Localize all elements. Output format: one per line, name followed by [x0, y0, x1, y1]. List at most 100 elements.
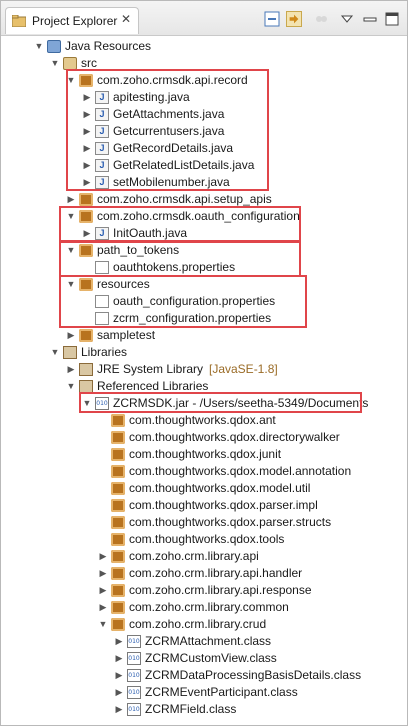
package-icon — [111, 431, 125, 444]
tree-item-label: Libraries — [81, 345, 128, 359]
project-explorer-icon — [12, 15, 26, 27]
collapsed-arrow-icon[interactable]: ▶ — [97, 565, 109, 582]
link-with-editor-icon[interactable] — [286, 11, 302, 27]
tree-item-label: com.thoughtworks.qdox.parser.structs — [129, 515, 332, 529]
package-icon — [111, 550, 125, 563]
package-icon — [79, 329, 93, 342]
tree-item-label: com.zoho.crm.library.api.handler — [129, 566, 303, 580]
maximize-icon[interactable] — [384, 11, 400, 27]
package-icon — [111, 499, 125, 512]
view-menu-icon[interactable] — [339, 11, 355, 27]
tree-item-label: ZCRMAttachment.class — [145, 634, 272, 648]
collapse-all-icon[interactable] — [264, 11, 280, 27]
collapsed-arrow-icon[interactable]: ▶ — [97, 582, 109, 599]
tree-item-label: com.thoughtworks.qdox.model.util — [129, 481, 311, 495]
tree-item[interactable]: ▶ 010 ZCRMEventParticipant.class — [1, 684, 407, 701]
library-folder-icon — [63, 346, 77, 359]
no-twisty — [97, 480, 109, 497]
project-explorer-view: Project Explorer ✕ ▼ Java Resources ▼ src ▼ c… — [0, 0, 408, 726]
tree-item[interactable]: com.thoughtworks.qdox.tools — [1, 531, 407, 548]
tree-item[interactable]: com.thoughtworks.qdox.parser.structs — [1, 514, 407, 531]
tree-item[interactable]: ▶ 010 ZCRMDataProcessingBasisDetails.class — [1, 667, 407, 684]
tree-item[interactable]: com.thoughtworks.qdox.junit — [1, 446, 407, 463]
tree-item-label: Java Resources — [65, 39, 152, 53]
tree-item[interactable]: ▶ com.zoho.crm.library.api.response — [1, 582, 407, 599]
tree-item[interactable]: ▼ Libraries — [1, 344, 407, 361]
tree-item-label: ZCRMEventParticipant.class — [145, 685, 298, 699]
collapsed-arrow-icon[interactable]: ▶ — [97, 599, 109, 616]
collapsed-arrow-icon[interactable]: ▶ — [113, 633, 125, 650]
tree-item-label: com.zoho.crm.library.api.response — [129, 583, 312, 597]
package-icon — [111, 465, 125, 478]
tree-item[interactable]: ▶ com.zoho.crm.library.api — [1, 548, 407, 565]
expanded-arrow-icon[interactable]: ▼ — [97, 616, 109, 633]
class-file-icon: 010 — [127, 635, 141, 648]
tree-item[interactable]: ▶ sampletest — [1, 327, 407, 344]
tree-item[interactable]: ▶ com.zoho.crm.library.api.handler — [1, 565, 407, 582]
tree-item-label: com.thoughtworks.qdox.parser.impl — [129, 498, 318, 512]
tree-item[interactable]: ▶ 010 ZCRMField.class — [1, 701, 407, 718]
no-twisty — [97, 497, 109, 514]
tree-item-label: ZCRMCustomView.class — [145, 651, 277, 665]
collapsed-arrow-icon[interactable]: ▶ — [113, 667, 125, 684]
tree-item-label: com.thoughtworks.qdox.model.annotation — [129, 464, 352, 478]
tree-item[interactable]: ▶ 010 ZCRMAttachment.class — [1, 633, 407, 650]
collapsed-arrow-icon[interactable]: ▶ — [65, 361, 77, 378]
package-icon — [111, 618, 125, 631]
tab-title: Project Explorer — [32, 14, 118, 28]
expanded-arrow-icon[interactable]: ▼ — [49, 55, 61, 72]
tree-item-label: com.thoughtworks.qdox.junit — [129, 447, 282, 461]
tree-item[interactable]: com.thoughtworks.qdox.ant — [1, 412, 407, 429]
package-icon — [111, 533, 125, 546]
highlight-box — [66, 69, 269, 191]
tree-item-label: com.zoho.crm.library.api — [129, 549, 259, 563]
tree-item-label: ZCRMDataProcessingBasisDetails.class — [145, 668, 362, 682]
highlight-box — [79, 392, 362, 413]
highlight-box — [59, 275, 307, 328]
expanded-arrow-icon[interactable]: ▼ — [65, 378, 77, 395]
expanded-arrow-icon[interactable]: ▼ — [33, 38, 45, 55]
tree-item[interactable]: com.thoughtworks.qdox.directorywalker — [1, 429, 407, 446]
package-icon — [111, 516, 125, 529]
tree-item-label: ZCRMField.class — [145, 702, 237, 716]
class-file-icon: 010 — [127, 686, 141, 699]
tree-item[interactable]: com.thoughtworks.qdox.model.util — [1, 480, 407, 497]
tree-item[interactable]: com.thoughtworks.qdox.model.annotation — [1, 463, 407, 480]
no-twisty — [97, 531, 109, 548]
tree-item[interactable]: ▼ com.zoho.crm.library.crud — [1, 616, 407, 633]
collapsed-arrow-icon[interactable]: ▶ — [113, 684, 125, 701]
view-tab-bar: Project Explorer ✕ — [1, 1, 407, 36]
tree-item-label: JRE System Library — [97, 362, 204, 376]
tree-item-label: com.thoughtworks.qdox.directorywalker — [129, 430, 340, 444]
tree-item[interactable]: ▼ Java Resources — [1, 38, 407, 55]
focus-icon[interactable] — [313, 11, 329, 27]
package-icon — [79, 193, 93, 206]
expanded-arrow-icon[interactable]: ▼ — [49, 344, 61, 361]
project-icon — [47, 40, 61, 53]
no-twisty — [97, 514, 109, 531]
collapsed-arrow-icon[interactable]: ▶ — [65, 327, 77, 344]
tree-item[interactable]: ▶ JRE System Library [JavaSE-1.8] — [1, 361, 407, 378]
no-twisty — [97, 429, 109, 446]
package-icon — [111, 448, 125, 461]
collapsed-arrow-icon[interactable]: ▶ — [113, 650, 125, 667]
tree-item[interactable]: ▶ 010 ZCRMCustomView.class — [1, 650, 407, 667]
tree-item[interactable]: com.thoughtworks.qdox.parser.impl — [1, 497, 407, 514]
class-file-icon: 010 — [127, 703, 141, 716]
collapsed-arrow-icon[interactable]: ▶ — [97, 548, 109, 565]
tree-item[interactable]: ▶ com.zoho.crm.library.common — [1, 599, 407, 616]
package-icon — [111, 584, 125, 597]
highlight-box — [59, 206, 301, 242]
tab-project-explorer[interactable]: Project Explorer ✕ — [5, 7, 139, 34]
class-file-icon: 010 — [127, 669, 141, 682]
tree-item-label: com.zoho.crm.library.common — [129, 600, 289, 614]
tree-item-label: com.zoho.crm.library.crud — [129, 617, 267, 631]
class-file-icon: 010 — [127, 652, 141, 665]
no-twisty — [97, 412, 109, 429]
tree-item-decoration: [JavaSE-1.8] — [209, 362, 278, 376]
close-icon[interactable]: ✕ — [121, 12, 131, 26]
minimize-icon[interactable] — [362, 11, 378, 27]
collapsed-arrow-icon[interactable]: ▶ — [113, 701, 125, 718]
tree-item-label: com.thoughtworks.qdox.tools — [129, 532, 285, 546]
no-twisty — [97, 463, 109, 480]
